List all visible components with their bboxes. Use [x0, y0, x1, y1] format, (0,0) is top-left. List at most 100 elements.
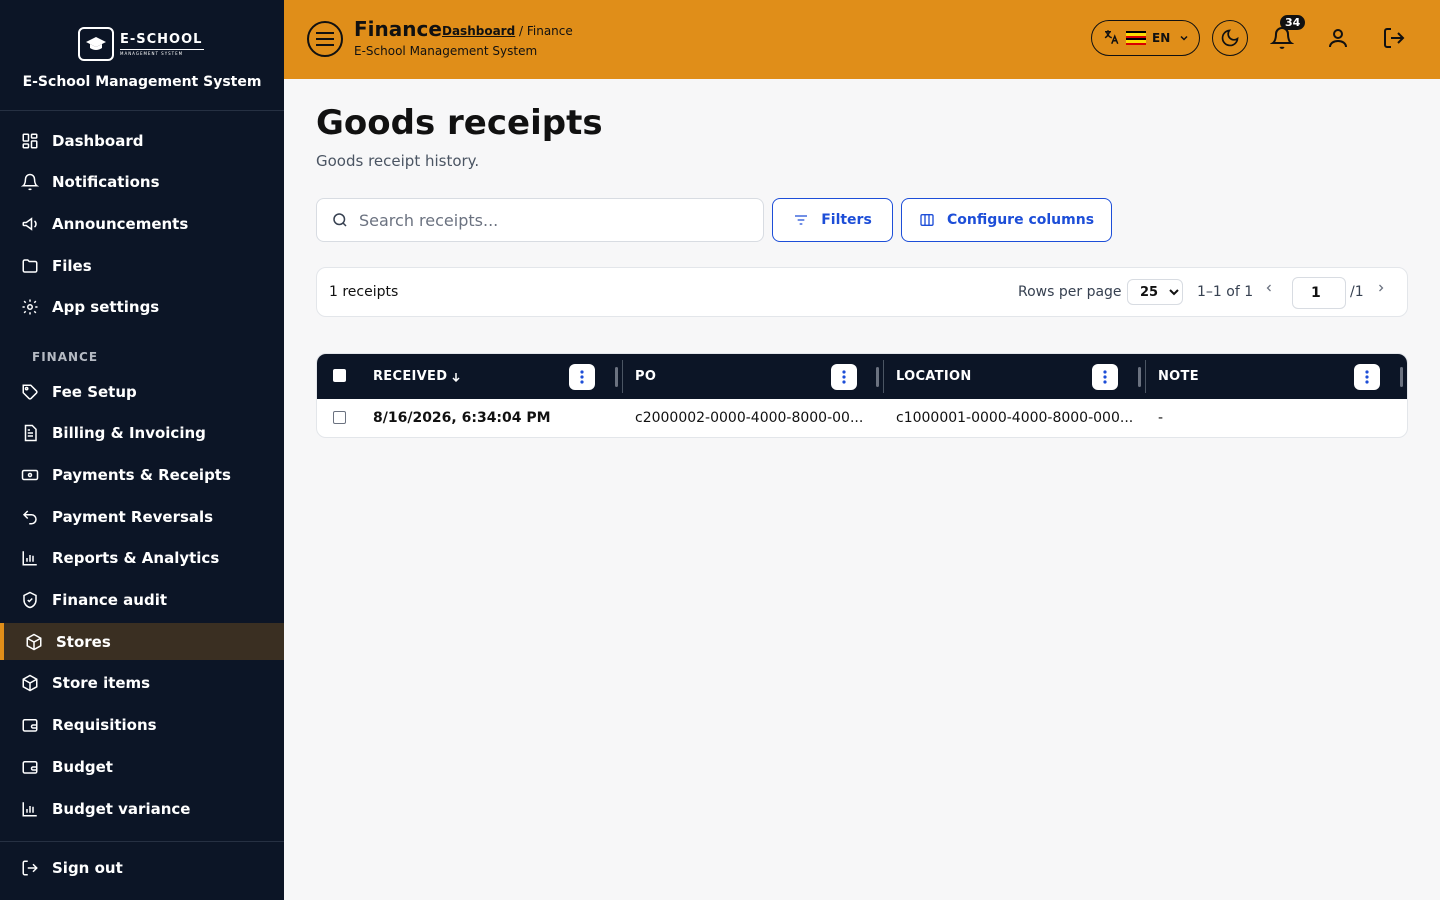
sidebar-item-stores[interactable]: Stores [0, 623, 284, 661]
sidebar-item-label: App settings [52, 298, 160, 317]
sidebar-item-label: Payment Reversals [52, 507, 214, 526]
sidebar-item-fee-setup[interactable]: Fee Setup [0, 373, 284, 410]
select-all-checkbox[interactable] [333, 369, 346, 382]
folder-icon [20, 256, 40, 276]
bell-icon [20, 172, 40, 192]
logo: E-SCHOOL MANAGEMENT SYSTEM [78, 27, 206, 61]
previous-page-button[interactable] [1263, 282, 1275, 298]
sidebar-item-billing-invoicing[interactable]: Billing & Invoicing [0, 415, 284, 452]
sidebar-item-notifications[interactable]: Notifications [0, 164, 284, 201]
graduation-cap-icon [78, 27, 114, 61]
sidebar-item-label: Store items [52, 674, 151, 693]
sidebar-item-label: Payments & Receipts [52, 465, 231, 484]
result-count: 1 receipts [329, 284, 399, 300]
sidebar-item-label: Budget variance [52, 799, 191, 818]
search-box [316, 198, 764, 242]
sidebar-item-dashboard[interactable]: Dashboard [0, 122, 284, 159]
chevron-down-icon [1178, 32, 1190, 44]
sidebar-item-label: Notifications [52, 173, 160, 192]
sidebar-item-label: Requisitions [52, 716, 157, 735]
kebab-icon [842, 370, 846, 384]
notification-count-badge: 34 [1280, 15, 1306, 30]
hamburger-icon [316, 32, 334, 46]
language-selector[interactable]: EN [1091, 20, 1200, 56]
column-menu-button[interactable] [1092, 364, 1118, 390]
receipts-table: RECEIVED PO LOCATION NOTE 8/16/2026, 6:3… [316, 353, 1408, 438]
wallet-icon [20, 757, 40, 777]
breadcrumb-dashboard-link[interactable]: Dashboard [442, 24, 515, 38]
user-icon [1329, 29, 1347, 48]
sidebar-item-label: Finance audit [52, 591, 168, 609]
column-header-location[interactable]: LOCATION [896, 354, 972, 399]
wallet-icon [20, 715, 40, 735]
sidebar-item-label: Sign out [52, 858, 123, 877]
sidebar-item-finance-audit[interactable]: Finance audit [0, 582, 284, 619]
sidebar-item-requisitions[interactable]: Requisitions [0, 707, 284, 744]
cell-location: c1000001-0000-4000-8000-000... [896, 410, 1134, 426]
sidebar-item-label: Announcements [52, 214, 189, 233]
sidebar-item-payments-receipts[interactable]: Payments & Receipts [0, 456, 284, 493]
page-subtitle: Goods receipt history. [316, 152, 480, 170]
page-number-input[interactable] [1292, 277, 1346, 309]
column-header-note[interactable]: NOTE [1158, 354, 1199, 399]
sidebar-item-label: Fee Setup [52, 382, 137, 401]
sidebar-item-reports-analytics[interactable]: Reports & Analytics [0, 540, 284, 577]
sidebar-item-budget[interactable]: Budget [0, 748, 284, 785]
search-input[interactable] [359, 210, 739, 230]
moon-icon [1221, 29, 1239, 47]
sidebar-item-store-items[interactable]: Store items [0, 665, 284, 702]
sidebar-item-payment-reversals[interactable]: Payment Reversals [0, 498, 284, 535]
kebab-icon [1365, 370, 1369, 384]
megaphone-icon [20, 214, 40, 234]
sign-out-icon [20, 858, 40, 878]
column-menu-button[interactable] [569, 364, 595, 390]
undo-icon [20, 507, 40, 527]
column-resize-handle[interactable] [876, 367, 879, 387]
sidebar-item-label: Dashboard [52, 131, 144, 150]
search-icon [331, 211, 349, 229]
translate-icon [1102, 28, 1120, 49]
theme-toggle-button[interactable] [1212, 20, 1248, 56]
configure-columns-label: Configure columns [946, 212, 1095, 228]
cell-po: c2000002-0000-4000-8000-00... [635, 410, 864, 426]
section-label-finance: FINANCE [32, 350, 99, 364]
bar-chart-icon [20, 548, 40, 568]
menu-toggle-button[interactable] [307, 21, 343, 57]
sidebar-item-sign-out[interactable]: Sign out [0, 849, 284, 886]
cell-note: - [1158, 410, 1164, 426]
package-icon [24, 632, 44, 652]
shield-check-icon [20, 590, 40, 610]
invoice-icon [20, 423, 40, 443]
column-header-po[interactable]: PO [635, 354, 656, 399]
sidebar-item-app-settings[interactable]: App settings [0, 289, 284, 326]
brand: E-SCHOOL MANAGEMENT SYSTEM E-School Mana… [0, 0, 284, 111]
sidebar-item-announcements[interactable]: Announcements [0, 205, 284, 242]
chevron-right-icon [1379, 284, 1384, 292]
next-page-button[interactable] [1375, 282, 1387, 298]
table-header: RECEIVED PO LOCATION NOTE [317, 354, 1407, 399]
column-resize-handle[interactable] [1400, 367, 1403, 387]
row-checkbox[interactable] [333, 411, 346, 424]
column-menu-button[interactable] [831, 364, 857, 390]
column-resize-handle[interactable] [615, 367, 618, 387]
configure-columns-button[interactable]: Configure columns [901, 198, 1112, 242]
gear-icon [20, 297, 40, 317]
column-menu-button[interactable] [1354, 364, 1380, 390]
top-header: Finance Dashboard / Finance E-School Man… [284, 0, 1440, 79]
logo-name: E-SCHOOL [120, 31, 203, 47]
rows-per-page-select[interactable]: 25 [1127, 279, 1183, 305]
column-resize-handle[interactable] [1138, 367, 1141, 387]
table-row[interactable]: 8/16/2026, 6:34:04 PM c2000002-0000-4000… [317, 399, 1407, 437]
profile-button[interactable] [1324, 24, 1352, 52]
sidebar-item-files[interactable]: Files [0, 247, 284, 284]
kebab-icon [580, 370, 584, 384]
banknote-icon [20, 465, 40, 485]
logout-button[interactable] [1380, 24, 1408, 52]
column-header-received[interactable]: RECEIVED [373, 354, 462, 399]
sidebar-item-label: Files [52, 256, 92, 275]
sidebar-item-budget-variance[interactable]: Budget variance [0, 790, 284, 827]
filters-label: Filters [821, 212, 872, 228]
columns-icon [919, 212, 935, 228]
filters-button[interactable]: Filters [772, 198, 893, 242]
page-title: Goods receipts [316, 103, 603, 143]
